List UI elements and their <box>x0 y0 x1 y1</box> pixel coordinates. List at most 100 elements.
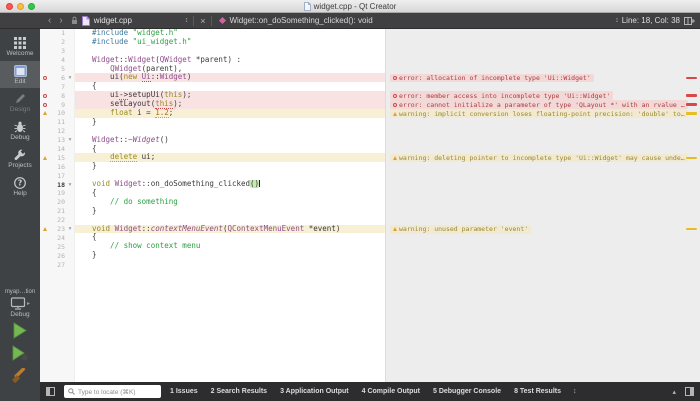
scrollbar-mark <box>686 112 697 115</box>
output-pane-button[interactable]: 4 Compile Output <box>362 388 420 395</box>
window-title-row: widget.cpp - Qt Creator <box>0 0 700 13</box>
open-document-selector[interactable]: widget.cpp <box>94 16 182 25</box>
warning-gutter-icon[interactable] <box>40 156 50 160</box>
fold-arrow-icon[interactable]: ▾ <box>65 136 75 144</box>
debug-run-button[interactable] <box>12 345 29 362</box>
line-number: 22 <box>50 216 65 224</box>
line-number: 26 <box>50 252 65 260</box>
inline-annotation[interactable]: warning: unused parameter 'event' <box>390 225 531 234</box>
mode-label: Edit <box>14 78 25 85</box>
output-pane-button[interactable]: 1 Issues <box>170 388 198 395</box>
code-line[interactable]: 25 // show context menu <box>40 242 385 251</box>
output-pane-button[interactable]: 2 Search Results <box>211 388 267 395</box>
code-line[interactable]: 27 <box>40 260 385 269</box>
line-number: 12 <box>50 127 65 135</box>
code-line[interactable]: 22 <box>40 216 385 225</box>
back-button[interactable]: ‹ <box>44 14 55 28</box>
editor-code-lines: 1#include "widget.h"2#include "ui_widget… <box>40 29 385 269</box>
mode-sidebar: Welcome Edit Design Debug <box>0 29 40 401</box>
toggle-left-sidebar-icon[interactable] <box>46 387 55 396</box>
kit-name: Debug <box>0 311 40 318</box>
code-text: { <box>75 82 385 91</box>
fold-arrow-icon[interactable]: ▾ <box>65 225 75 233</box>
code-text: #include "ui_widget.h" <box>75 38 385 47</box>
line-number: 9 <box>50 101 65 109</box>
output-pane-button[interactable]: 3 Application Output <box>280 388 349 395</box>
code-line[interactable]: 2#include "ui_widget.h" <box>40 38 385 47</box>
error-gutter-icon[interactable] <box>40 103 50 107</box>
inline-annotation[interactable]: warning: implicit conversion loses float… <box>390 109 688 118</box>
code-line[interactable]: 14{ <box>40 145 385 154</box>
sidebar-mode-debug[interactable]: Debug <box>0 117 40 144</box>
code-line[interactable]: 24{ <box>40 233 385 242</box>
qt-creator-window: widget.cpp - Qt Creator ‹ › widget.cpp ↕… <box>0 0 700 401</box>
code-line[interactable]: 18▾void Widget::on_doSomething_clicked() <box>40 180 385 189</box>
expand-output-pane-icon[interactable]: ▴ <box>672 388 676 396</box>
document-dropdown-icon[interactable]: ↕ <box>182 17 192 24</box>
inline-annotation[interactable]: error: member access into incomplete typ… <box>390 91 613 100</box>
code-line[interactable]: 13▾Widget::~Widget() <box>40 136 385 145</box>
cursor-position-dropdown-icon[interactable]: ↕ <box>612 17 622 24</box>
code-text <box>75 260 385 269</box>
code-line[interactable]: 7{ <box>40 82 385 91</box>
sidebar-mode-help[interactable]: ? Help <box>0 173 40 200</box>
warning-gutter-icon[interactable] <box>40 227 50 231</box>
code-line[interactable]: 23▾void Widget::contextMenuEvent(QContex… <box>40 225 385 234</box>
split-editor-icon[interactable] <box>684 16 695 26</box>
inline-annotation[interactable]: warning: deleting pointer to incomplete … <box>390 154 688 163</box>
sidebar-mode-welcome[interactable]: Welcome <box>0 33 40 60</box>
line-number: 8 <box>50 92 65 100</box>
code-line[interactable]: 10 float i = 1.2; <box>40 109 385 118</box>
code-line[interactable]: 3 <box>40 47 385 56</box>
method-icon <box>219 17 226 24</box>
pencil-icon <box>14 93 26 105</box>
code-line[interactable]: 19{ <box>40 189 385 198</box>
run-controls <box>0 322 40 387</box>
line-number: 18 <box>50 181 65 189</box>
lock-icon <box>71 16 78 25</box>
code-line[interactable]: 11} <box>40 118 385 127</box>
symbol-selector[interactable]: Widget::on_doSomething_clicked(): void <box>229 16 372 25</box>
mode-label: Debug <box>10 134 29 141</box>
fold-arrow-icon[interactable]: ▾ <box>65 181 75 189</box>
pane-selector-icon[interactable]: ↕ <box>570 388 580 395</box>
warning-gutter-icon[interactable] <box>40 111 50 115</box>
output-pane-button[interactable]: 8 Test Results <box>514 388 561 395</box>
sidebar-mode-projects[interactable]: Projects <box>0 145 40 172</box>
code-editor[interactable]: 1#include "widget.h"2#include "ui_widget… <box>40 29 700 382</box>
code-text: } <box>75 162 385 171</box>
inline-annotation[interactable]: error: cannot initialize a parameter of … <box>390 100 688 109</box>
code-line[interactable]: 9 setLayout(this); <box>40 100 385 109</box>
code-line[interactable]: 16} <box>40 162 385 171</box>
code-line[interactable]: 17 <box>40 171 385 180</box>
annotation-text: warning: implicit conversion loses float… <box>399 110 685 118</box>
code-line[interactable]: 4Widget::Widget(QWidget *parent) : <box>40 56 385 65</box>
code-line[interactable]: 5 QWidget(parent), <box>40 65 385 74</box>
line-number: 1 <box>50 29 65 37</box>
line-number: 20 <box>50 198 65 206</box>
code-line[interactable]: 26} <box>40 251 385 260</box>
run-button[interactable] <box>12 322 28 339</box>
kit-selector[interactable]: ▸ <box>0 297 40 310</box>
code-line[interactable]: 12 <box>40 127 385 136</box>
annotation-text: warning: unused parameter 'event' <box>399 225 528 233</box>
build-button[interactable] <box>11 368 29 387</box>
code-line[interactable]: 1#include "widget.h" <box>40 29 385 38</box>
code-line[interactable]: 21} <box>40 207 385 216</box>
code-line[interactable]: 8 ui->setupUi(this); <box>40 91 385 100</box>
sidebar-mode-edit[interactable]: Edit <box>0 61 40 88</box>
code-line[interactable]: 20 // do something <box>40 198 385 207</box>
close-document-button[interactable]: × <box>196 16 209 26</box>
error-gutter-icon[interactable] <box>40 94 50 98</box>
toggle-right-sidebar-icon[interactable] <box>685 387 694 396</box>
locator-input[interactable]: Type to locate (⌘K) <box>64 385 161 398</box>
code-text: } <box>75 207 385 216</box>
window-title: widget.cpp - Qt Creator <box>314 2 397 11</box>
fold-arrow-icon[interactable]: ▾ <box>65 74 75 82</box>
inline-annotation[interactable]: error: allocation of incomplete type 'Ui… <box>390 74 594 83</box>
forward-button[interactable]: › <box>55 14 66 28</box>
code-line[interactable]: 6▾ ui(new Ui::Widget) <box>40 73 385 82</box>
output-pane-button[interactable]: 5 Debugger Console <box>433 388 501 395</box>
error-gutter-icon[interactable] <box>40 76 50 80</box>
code-line[interactable]: 15 delete ui; <box>40 153 385 162</box>
